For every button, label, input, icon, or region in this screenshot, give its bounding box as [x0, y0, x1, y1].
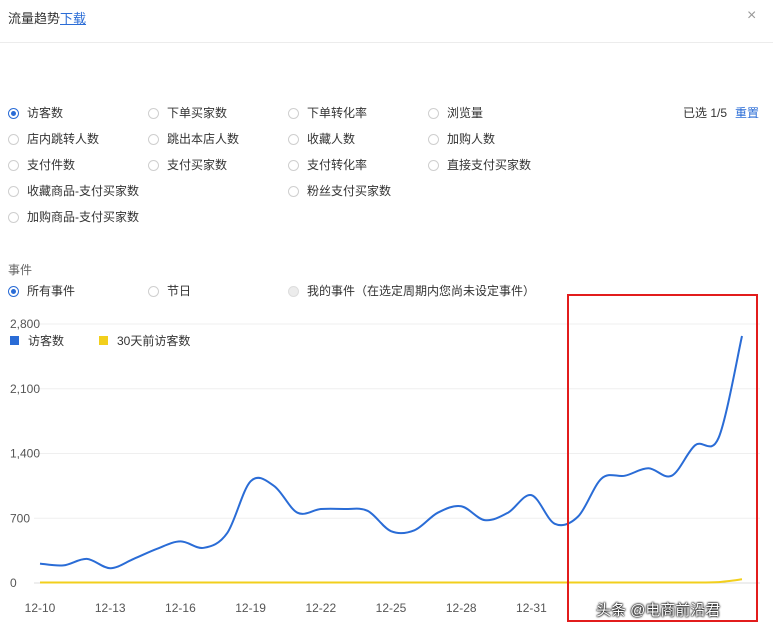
- metric-option[interactable]: 支付转化率: [288, 156, 367, 173]
- x-tick-label: 12-19: [235, 601, 266, 615]
- y-tick-label: 2,100: [10, 382, 40, 396]
- y-tick-label: 2,800: [10, 317, 40, 331]
- radio-icon: [8, 160, 19, 171]
- close-icon[interactable]: ×: [747, 7, 756, 25]
- metric-option[interactable]: 收藏商品-支付买家数: [8, 182, 139, 199]
- metric-option[interactable]: 支付买家数: [148, 156, 227, 173]
- metric-option-label: 直接支付买家数: [447, 158, 532, 172]
- metric-option-label: 跳出本店人数: [167, 132, 240, 146]
- metric-option-label: 收藏人数: [307, 132, 356, 146]
- metric-option[interactable]: 下单买家数: [148, 104, 227, 121]
- metric-option[interactable]: 浏览量: [428, 104, 483, 121]
- radio-icon: [8, 286, 19, 297]
- radio-icon: [8, 134, 19, 145]
- metric-option-label: 加购人数: [447, 132, 496, 146]
- metric-option-label: 下单买家数: [167, 106, 228, 120]
- metric-option[interactable]: 跳出本店人数: [148, 130, 239, 147]
- metric-option-label: 支付件数: [27, 158, 76, 172]
- metric-option-label: 访客数: [27, 106, 64, 120]
- dialog-header: 流量趋势下载 ×: [0, 0, 773, 36]
- radio-icon: [288, 108, 299, 119]
- event-option-label: 节日: [167, 284, 192, 298]
- radio-icon: [148, 286, 159, 297]
- metric-option-label: 粉丝支付买家数: [307, 184, 392, 198]
- radio-icon: [8, 108, 19, 119]
- events-label: 事件: [8, 263, 33, 277]
- x-tick-label: 12-28: [446, 601, 477, 615]
- metric-option[interactable]: 下单转化率: [288, 104, 367, 121]
- x-tick-label: 12-10: [25, 601, 56, 615]
- y-tick-label: 700: [10, 511, 30, 525]
- radio-icon: [8, 186, 19, 197]
- x-tick-label: 12-31: [516, 601, 547, 615]
- x-tick-label: 12-22: [305, 601, 336, 615]
- radio-icon: [288, 134, 299, 145]
- metric-option-label: 支付买家数: [167, 158, 228, 172]
- radio-icon: [428, 108, 439, 119]
- metric-option[interactable]: 加购人数: [428, 130, 495, 147]
- metric-option-label: 浏览量: [447, 106, 484, 120]
- metric-option[interactable]: 店内跳转人数: [8, 130, 99, 147]
- radio-icon: [288, 160, 299, 171]
- radio-icon: [148, 134, 159, 145]
- radio-icon: [288, 186, 299, 197]
- radio-icon: [148, 108, 159, 119]
- dialog-title-text: 流量趋势: [8, 11, 61, 26]
- y-tick-label: 0: [10, 576, 17, 590]
- radio-icon: [428, 160, 439, 171]
- highlight-box: [567, 294, 758, 622]
- x-tick-label: 12-16: [165, 601, 196, 615]
- header-divider: [0, 42, 773, 43]
- metric-option-label: 下单转化率: [307, 106, 368, 120]
- metric-option[interactable]: 粉丝支付买家数: [288, 182, 391, 199]
- metric-option[interactable]: 加购商品-支付买家数: [8, 208, 139, 225]
- event-option-label: 所有事件: [27, 284, 76, 298]
- event-option[interactable]: 节日: [148, 282, 191, 299]
- reset-button[interactable]: 重置: [735, 104, 759, 121]
- metric-option-label: 加购商品-支付买家数: [27, 210, 139, 224]
- radio-icon: [288, 286, 299, 297]
- selected-count: 已选 1/5: [683, 106, 728, 120]
- y-tick-label: 1,400: [10, 447, 40, 461]
- metric-option[interactable]: 支付件数: [8, 156, 75, 173]
- metric-option[interactable]: 直接支付买家数: [428, 156, 531, 173]
- metric-option[interactable]: 访客数: [8, 104, 63, 121]
- metric-option-label: 支付转化率: [307, 158, 368, 172]
- event-option-label: 我的事件（在选定周期内您尚未设定事件）: [307, 284, 536, 298]
- metric-option[interactable]: 收藏人数: [288, 130, 355, 147]
- x-tick-label: 12-25: [376, 601, 407, 615]
- metric-option-label: 收藏商品-支付买家数: [27, 184, 139, 198]
- radio-icon: [8, 212, 19, 223]
- radio-icon: [428, 134, 439, 145]
- metric-option-label: 店内跳转人数: [27, 132, 100, 146]
- watermark: 头条 @电商前沿君: [596, 602, 721, 619]
- event-option[interactable]: 所有事件: [8, 282, 75, 299]
- radio-icon: [148, 160, 159, 171]
- download-link[interactable]: 下载: [60, 11, 86, 26]
- dialog-title: 流量趋势下载: [8, 8, 86, 27]
- event-option: 我的事件（在选定周期内您尚未设定事件）: [288, 282, 535, 299]
- x-tick-label: 12-13: [95, 601, 126, 615]
